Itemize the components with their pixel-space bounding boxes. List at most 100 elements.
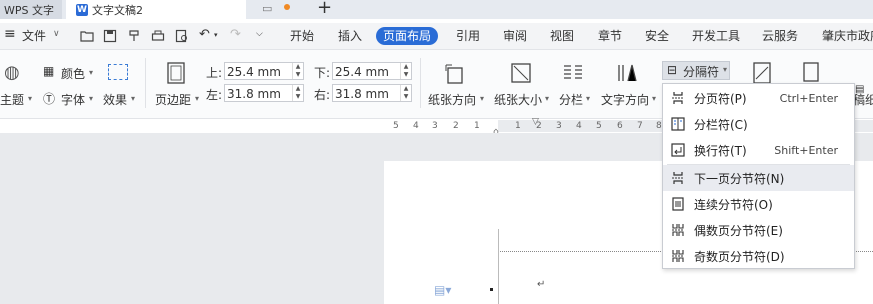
- paragraph-mark-icon: ↵: [537, 279, 546, 290]
- first-line-indent-icon[interactable]: ▽: [532, 117, 539, 127]
- menu-item-label: 分栏符(C): [694, 117, 748, 132]
- menu-item-label: 偶数页分节符(E): [694, 223, 783, 238]
- margin-guide-vertical: [498, 229, 499, 304]
- menu-item-column-break[interactable]: 分栏符(C): [663, 111, 854, 137]
- menu-item-odd-page-section-break[interactable]: 奇数页分节符(D): [663, 243, 854, 269]
- ruler-tick-label: 5: [393, 121, 399, 131]
- menu-item-label: 奇数页分节符(D): [694, 249, 785, 264]
- ruler-tick-label: 4: [576, 121, 582, 131]
- page-break-icon: [672, 92, 684, 104]
- columns-icon[interactable]: [562, 62, 584, 84]
- menu-tab-review[interactable]: 审阅: [503, 27, 527, 45]
- menu-item-label: 连续分节符(O): [694, 197, 773, 212]
- menu-item-shortcut: Ctrl+Enter: [779, 91, 838, 105]
- text-direction-icon[interactable]: [616, 62, 638, 84]
- menu-tab-chapter[interactable]: 章节: [598, 27, 622, 45]
- ruler-tick-label: 3: [556, 121, 562, 131]
- menu-item-even-page-section-break[interactable]: 偶数页分节符(E): [663, 217, 854, 243]
- separator-dropdown-menu: 分页符(P) Ctrl+Enter 分栏符(C) 换行符(T) Shift+En…: [662, 83, 855, 269]
- paper-size-icon[interactable]: [510, 62, 532, 84]
- menu-item-line-break[interactable]: 换行符(T) Shift+Enter: [663, 137, 854, 163]
- ribbon-divider: [420, 58, 421, 108]
- top-margin-stepper[interactable]: ▲ ▼: [292, 63, 303, 79]
- effects-icon[interactable]: [108, 64, 128, 80]
- page-background-icon[interactable]: [800, 62, 822, 84]
- color-grid-icon: ▦: [43, 64, 55, 78]
- menu-tab-custom[interactable]: 肇庆市政府: [822, 27, 873, 45]
- next-page-section-icon: [672, 172, 684, 184]
- bottom-margin-label: 下:: [314, 66, 331, 80]
- page-border-icon[interactable]: [751, 62, 773, 84]
- wps-writer-icon: W: [76, 3, 88, 16]
- effects-button[interactable]: 效果: [103, 91, 127, 108]
- palette-icon[interactable]: ◍: [4, 62, 20, 83]
- font-caret-icon: ▾: [89, 94, 94, 103]
- menu-tab-page-layout[interactable]: 页面布局: [376, 27, 439, 45]
- left-margin-value: 31.8 mm: [227, 87, 281, 101]
- even-page-section-icon: [672, 224, 684, 236]
- menu-tab-start[interactable]: 开始: [290, 27, 314, 45]
- right-margin-stepper[interactable]: ▲ ▼: [400, 85, 411, 101]
- menu-tab-view[interactable]: 视图: [550, 27, 574, 45]
- ribbon-divider: [145, 58, 146, 108]
- theme-button[interactable]: 主题: [0, 91, 24, 108]
- redo-icon[interactable]: ↷: [230, 27, 241, 42]
- bottom-margin-input[interactable]: 25.4 mm ▲ ▼: [332, 62, 412, 80]
- print-icon[interactable]: [151, 29, 165, 43]
- print-preview-icon[interactable]: [175, 29, 189, 43]
- right-margin-input[interactable]: 31.8 mm ▲ ▼: [332, 84, 412, 102]
- hamburger-icon[interactable]: ≡: [4, 26, 16, 42]
- open-folder-icon[interactable]: [80, 29, 94, 43]
- odd-page-section-icon: [672, 250, 684, 262]
- columns-button[interactable]: 分栏: [559, 91, 583, 108]
- color-button[interactable]: 颜色: [61, 65, 85, 82]
- menu-item-next-page-section-break[interactable]: 下一页分节符(N): [663, 165, 854, 191]
- menu-tab-cloud[interactable]: 云服务: [762, 27, 798, 45]
- paper-size-caret-icon: ▾: [545, 94, 550, 103]
- ruler-tick-label: 7: [637, 121, 643, 131]
- menu-tab-developer[interactable]: 开发工具: [692, 27, 740, 45]
- ruler-tick-label: 1: [474, 121, 480, 131]
- orientation-button[interactable]: 纸张方向: [428, 91, 476, 108]
- save-icon[interactable]: [103, 29, 117, 43]
- menu-tab-references[interactable]: 引用: [456, 27, 480, 45]
- title-bar: WPS 文字 W 文字文稿2 ▭ +: [0, 0, 873, 19]
- separator-icon: ⊟: [667, 63, 678, 77]
- ruler-tick-label: 5: [596, 121, 602, 131]
- menu-tab-insert[interactable]: 插入: [338, 27, 362, 45]
- manuscript-icon[interactable]: ▤: [855, 84, 864, 95]
- undo-icon[interactable]: ↶: [199, 27, 210, 42]
- chevron-down-icon[interactable]: ∨: [53, 29, 60, 39]
- font-button[interactable]: 字体: [61, 91, 85, 108]
- bottom-margin-value: 25.4 mm: [335, 65, 389, 79]
- menu-item-page-break[interactable]: 分页符(P) Ctrl+Enter: [663, 85, 854, 111]
- menu-tab-security[interactable]: 安全: [645, 27, 669, 45]
- new-tab-button[interactable]: +: [317, 0, 332, 18]
- separator-button[interactable]: ⊟ 分隔符 ▾: [662, 61, 730, 80]
- monitor-icon[interactable]: ▭: [262, 2, 272, 15]
- format-painter-icon[interactable]: [127, 29, 141, 43]
- text-direction-button[interactable]: 文字方向: [601, 91, 649, 108]
- margins-button[interactable]: 页边距: [155, 91, 191, 108]
- separator-caret-icon: ▾: [723, 65, 728, 74]
- cursor-dot: [490, 288, 493, 291]
- menu-item-continuous-section-break[interactable]: 连续分节符(O): [663, 191, 854, 217]
- ruler-tick-label: 3: [432, 121, 438, 131]
- tab-document[interactable]: W 文字文稿2 ▭: [66, 0, 290, 19]
- tab-wps-app[interactable]: WPS 文字: [0, 0, 62, 19]
- left-margin-stepper[interactable]: ▲ ▼: [292, 85, 303, 101]
- ruler-tick-label: 1: [515, 121, 521, 131]
- orientation-icon[interactable]: [443, 62, 465, 84]
- paper-size-button[interactable]: 纸张大小: [494, 91, 542, 108]
- left-margin-input[interactable]: 31.8 mm ▲ ▼: [224, 84, 304, 102]
- customize-toolbar-icon[interactable]: ⌵: [256, 29, 263, 39]
- bottom-margin-stepper[interactable]: ▲ ▼: [400, 63, 411, 79]
- menu-item-label: 换行符(T): [694, 143, 747, 158]
- menu-file[interactable]: 文件: [22, 27, 46, 45]
- menu-item-shortcut: Shift+Enter: [774, 143, 838, 157]
- undo-dropdown-icon[interactable]: ▾: [214, 31, 218, 39]
- margins-icon[interactable]: [165, 62, 187, 84]
- ruler-tick-label: 2: [453, 121, 459, 131]
- top-margin-input[interactable]: 25.4 mm ▲ ▼: [224, 62, 304, 80]
- paste-options-icon[interactable]: ▤▾: [434, 283, 451, 297]
